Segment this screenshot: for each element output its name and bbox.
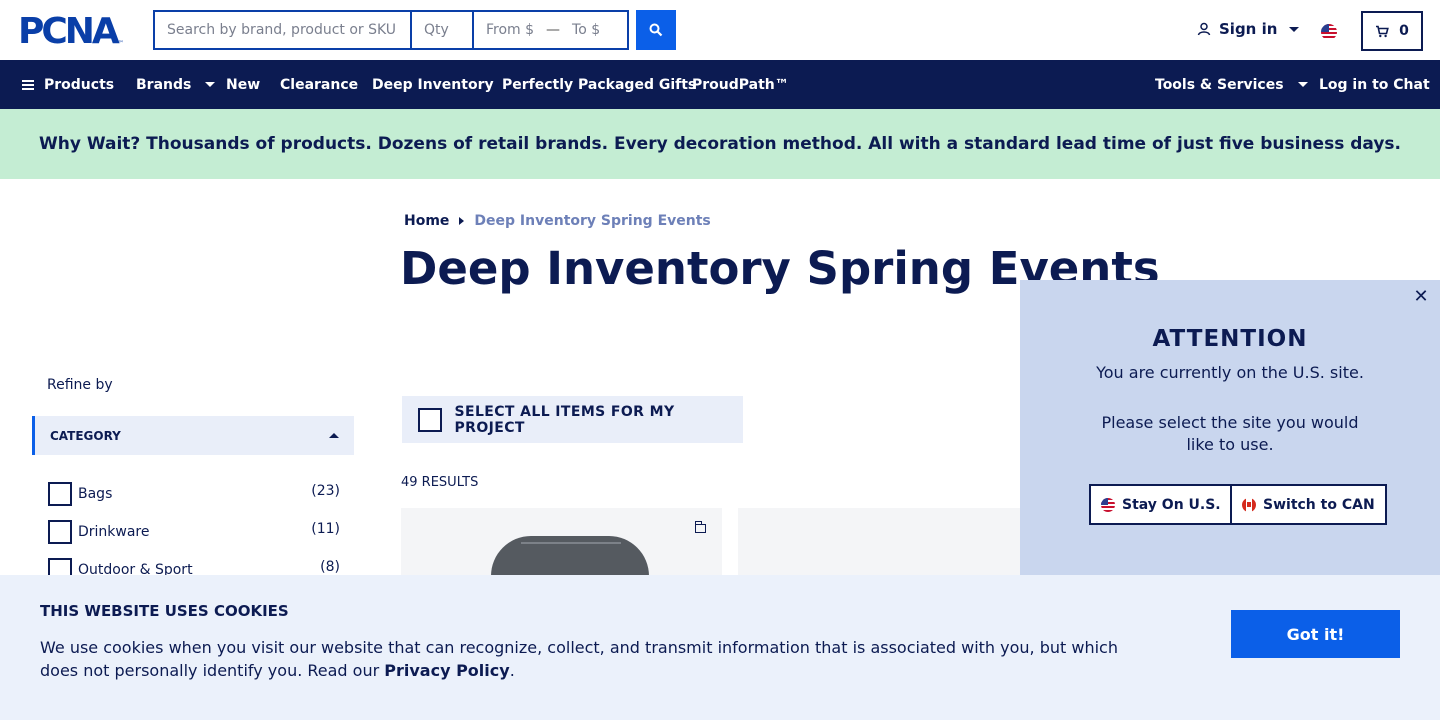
breadcrumb-current: Deep Inventory Spring Events [474, 213, 711, 229]
category-label: Bags [78, 486, 113, 502]
nav-new[interactable]: New [226, 60, 260, 109]
pcna-logo[interactable]: PCNA ™ [18, 14, 136, 50]
user-icon [1197, 22, 1211, 36]
category-checkbox[interactable] [48, 520, 72, 544]
category-filter-item[interactable]: Drinkware (11) [48, 520, 340, 544]
nav-proudpath[interactable]: ProudPath™ [692, 60, 789, 109]
product-card[interactable] [401, 508, 722, 578]
nav-chat-login[interactable]: Log in to Chat [1319, 60, 1430, 109]
category-count: (23) [311, 483, 340, 499]
sign-in-label: Sign in [1219, 20, 1278, 38]
search-bar: Search by brand, product or SKU Qty From… [153, 10, 629, 50]
quantity-input[interactable]: Qty [412, 12, 474, 48]
refine-by-label: Refine by [47, 377, 113, 393]
category-filter-label: CATEGORY [50, 428, 121, 443]
cart-icon [1376, 25, 1389, 37]
select-all-checkbox[interactable] [418, 407, 442, 432]
chevron-down-icon [1297, 82, 1308, 87]
chevron-up-icon [329, 433, 339, 438]
sign-in-menu[interactable]: Sign in [1197, 20, 1300, 38]
search-button[interactable] [636, 10, 676, 50]
category-count: (11) [311, 521, 340, 537]
popup-message: You are currently on the U.S. site. [1096, 363, 1364, 382]
chevron-down-icon [205, 82, 216, 87]
breadcrumb: Home Deep Inventory Spring Events [404, 213, 711, 229]
nav-tools-services[interactable]: Tools & Services [1155, 60, 1308, 109]
main-navigation: Products Brands New Clearance Deep Inven… [0, 60, 1440, 109]
nav-products[interactable]: Products [22, 60, 114, 109]
search-input[interactable]: Search by brand, product or SKU [155, 12, 412, 48]
popup-title: ATTENTION [1152, 326, 1308, 352]
cart-button[interactable]: 0 [1361, 11, 1423, 51]
popup-prompt: Please select the site you would like to… [1101, 413, 1359, 454]
product-card[interactable] [738, 508, 1028, 578]
nav-clearance[interactable]: Clearance [280, 60, 358, 109]
cookie-title: THIS WEBSITE USES COOKIES [40, 602, 289, 620]
logo-trademark: ™ [117, 40, 124, 47]
price-range: From $ — To $ [474, 12, 627, 48]
select-all-label: SELECT ALL ITEMS FOR MY PROJECT [454, 403, 675, 436]
nav-brands-label: Brands [136, 76, 192, 93]
us-flag-icon[interactable] [1321, 24, 1337, 40]
nav-products-label: Products [44, 76, 115, 93]
price-range-dash: — [546, 22, 561, 38]
site-selection-popup: ✕ ATTENTION You are currently on the U.S… [1020, 280, 1440, 576]
chevron-right-icon [459, 217, 465, 225]
us-flag-icon [1101, 497, 1115, 512]
price-to-input[interactable]: To $ [572, 22, 600, 38]
nav-tools-label: Tools & Services [1155, 76, 1284, 93]
hamburger-icon [22, 79, 34, 90]
canada-flag-icon [1242, 497, 1256, 512]
product-image [491, 536, 649, 578]
cookie-banner: THIS WEBSITE USES COOKIES We use cookies… [0, 575, 1440, 720]
search-icon [649, 23, 663, 37]
close-icon[interactable]: ✕ [1412, 288, 1430, 306]
logo-text: PCNA [18, 11, 120, 52]
cookie-text-period: . [509, 661, 515, 680]
chevron-down-icon [1289, 26, 1300, 32]
category-filter-item[interactable]: Bags (23) [48, 482, 340, 506]
cookie-text: We use cookies when you visit our websit… [40, 638, 1118, 680]
stay-us-button[interactable]: Stay On U.S. [1089, 484, 1233, 525]
stay-us-label: Stay On U.S. [1122, 496, 1221, 513]
results-count: 49 RESULTS [401, 475, 479, 490]
category-checkbox[interactable] [48, 482, 72, 506]
promo-banner: Why Wait? Thousands of products. Dozens … [0, 109, 1440, 179]
top-header: PCNA ™ Search by brand, product or SKU Q… [0, 0, 1440, 60]
privacy-policy-link[interactable]: Privacy Policy [384, 661, 509, 680]
cart-count: 0 [1399, 23, 1409, 39]
select-all-button[interactable]: SELECT ALL ITEMS FOR MY PROJECT [402, 396, 743, 443]
nav-brands[interactable]: Brands [136, 60, 216, 109]
price-from-input[interactable]: From $ [486, 22, 534, 38]
switch-can-button[interactable]: Switch to CAN [1230, 484, 1387, 525]
folder-icon[interactable] [694, 521, 706, 533]
breadcrumb-home[interactable]: Home [404, 213, 449, 229]
category-filter-header[interactable]: CATEGORY [32, 416, 354, 455]
cookie-text-block: We use cookies when you visit our websit… [40, 636, 1140, 682]
category-count: (8) [320, 559, 340, 575]
accept-cookies-button[interactable]: Got it! [1231, 610, 1400, 658]
switch-can-label: Switch to CAN [1263, 496, 1375, 513]
nav-deep-inventory[interactable]: Deep Inventory [372, 60, 494, 109]
nav-packaged-gifts[interactable]: Perfectly Packaged Gifts [502, 60, 696, 109]
category-label: Drinkware [78, 524, 150, 540]
